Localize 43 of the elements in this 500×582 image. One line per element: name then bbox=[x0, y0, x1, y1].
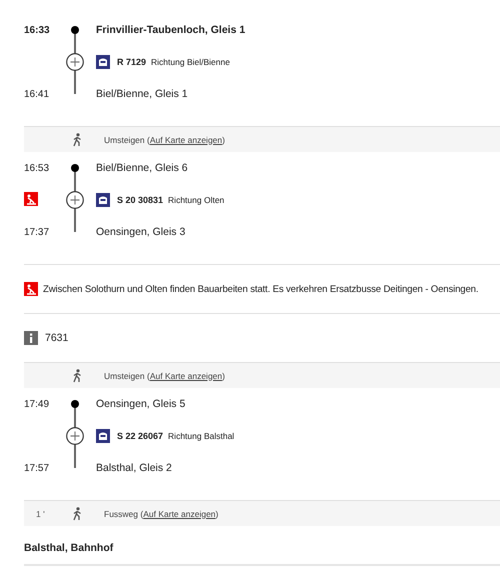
arrival-stop: Oensingen, Gleis 3 bbox=[96, 226, 186, 238]
arrival-time: 16:41 bbox=[24, 88, 50, 100]
info-icon bbox=[24, 331, 38, 345]
construction-icon bbox=[24, 192, 38, 206]
train-number: S 20 30831 bbox=[117, 195, 164, 205]
arrival-stop: Balsthal, Gleis 2 bbox=[96, 462, 172, 474]
departure-time: 17:49 bbox=[24, 398, 50, 410]
departure-time: 16:33 bbox=[24, 24, 51, 36]
departure-stop: Biel/Bienne, Gleis 6 bbox=[96, 162, 188, 174]
map-link[interactable]: Auf Karte anzeigen bbox=[150, 370, 222, 380]
train-number: R 7129 bbox=[117, 57, 146, 67]
destination-name: Balsthal, Bahnhof bbox=[24, 542, 114, 554]
expand-icon[interactable] bbox=[66, 191, 84, 209]
train-icon bbox=[96, 55, 110, 69]
train-direction: Richtung Olten bbox=[168, 195, 224, 205]
expand-icon[interactable] bbox=[66, 53, 84, 71]
stop-dot bbox=[71, 26, 79, 34]
map-link[interactable]: Auf Karte anzeigen bbox=[150, 134, 222, 144]
train-icon bbox=[96, 429, 110, 443]
transfer-text: Umsteigen (Auf Karte anzeigen) bbox=[104, 370, 225, 380]
walk-icon bbox=[72, 368, 82, 382]
map-link[interactable]: Auf Karte anzeigen bbox=[143, 508, 216, 518]
arrival-time: 17:57 bbox=[24, 462, 50, 474]
expand-icon[interactable] bbox=[66, 427, 84, 445]
construction-icon bbox=[24, 282, 38, 296]
train-icon bbox=[96, 193, 110, 207]
departure-time: 16:53 bbox=[24, 162, 50, 174]
walk-icon bbox=[72, 132, 82, 146]
stop-dot bbox=[71, 400, 79, 408]
train-direction: Richtung Balsthal bbox=[168, 431, 234, 441]
arrival-time: 17:37 bbox=[24, 226, 50, 238]
notice-text: Zwischen Solothurn und Olten finden Bauarbeiten statt. Es verkehren Ersatzbusse Deitingen - Oensingen. bbox=[43, 284, 478, 294]
arrival-stop: Biel/Bienne, Gleis 1 bbox=[96, 88, 188, 100]
transfer-text: Fussweg (Auf Karte anzeigen) bbox=[104, 508, 218, 518]
walk-icon bbox=[72, 506, 82, 520]
departure-stop: Frinvillier-Taubenloch, Gleis 1 bbox=[96, 24, 246, 36]
train-direction: Richtung Biel/Bienne bbox=[151, 57, 230, 67]
stop-dot bbox=[71, 164, 79, 172]
walk-duration: 1 ' bbox=[36, 508, 45, 518]
transfer-text: Umsteigen (Auf Karte anzeigen) bbox=[104, 134, 225, 144]
departure-stop: Oensingen, Gleis 5 bbox=[96, 398, 186, 410]
train-number: S 22 26067 bbox=[117, 431, 164, 441]
info-text: 7631 bbox=[45, 332, 68, 344]
